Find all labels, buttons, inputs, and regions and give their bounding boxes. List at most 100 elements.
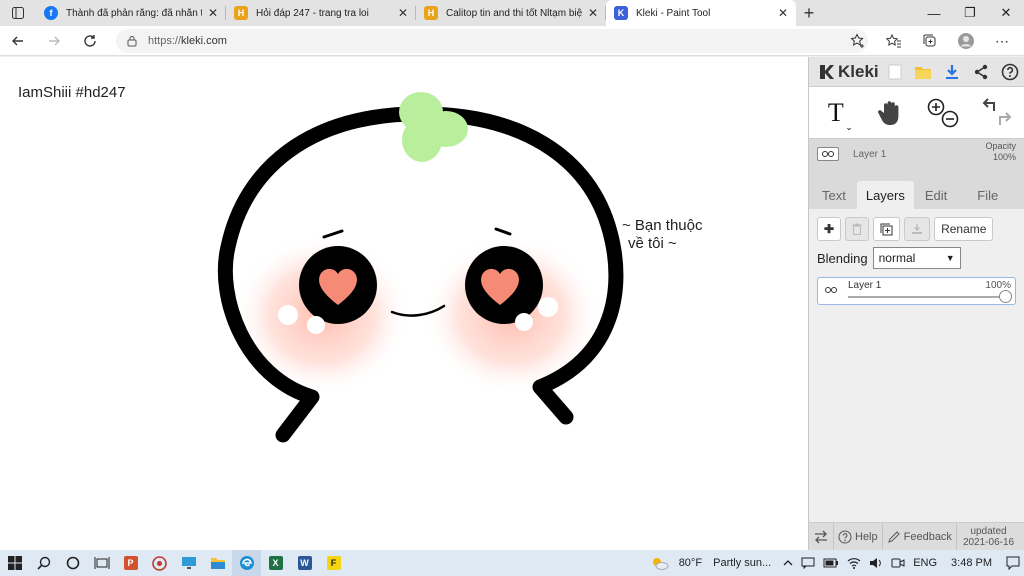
refresh-button[interactable] [72,26,108,56]
blending-select[interactable]: normal ▼ [872,247,961,269]
collections-button[interactable] [912,26,948,56]
profile-button[interactable] [948,26,984,56]
battery-indicator[interactable] [819,558,843,568]
start-button[interactable] [0,550,29,576]
url-field[interactable]: https://kleki.com [116,29,868,53]
weather-widget[interactable]: 80°F Partly sun... [647,556,780,570]
left-sparkle-small [307,316,325,334]
swap-side-button[interactable] [809,522,834,551]
rename-layer-button[interactable]: Rename [934,217,994,241]
layers-tab-body: ✚ Rename Blending normal ▼ Layer 1 100% [809,209,1024,552]
right-sparkle-small [515,313,533,331]
favorites-button[interactable] [876,26,912,56]
minimize-icon[interactable]: — [916,0,952,26]
close-tab-icon[interactable]: ✕ [588,6,598,20]
pc-app[interactable] [174,550,203,576]
weather-desc: Partly sun... [713,557,772,569]
tab-text[interactable]: Text [813,181,855,209]
chat-icon [801,557,815,569]
refresh-icon [84,34,96,47]
delete-layer-button[interactable] [845,217,870,241]
word-app[interactable]: W [290,550,319,576]
add-layer-button[interactable]: ✚ [817,217,842,241]
meet-now-indicator[interactable] [887,557,909,569]
forward-button[interactable] [36,26,72,56]
f-app[interactable]: F [319,550,348,576]
task-view-icon [94,557,109,569]
edge-app[interactable] [232,550,261,576]
footer-help-button[interactable]: Help [834,522,883,551]
chevron-down-icon[interactable]: ⌄ [845,122,853,133]
undo-redo-button[interactable] [970,87,1024,139]
tab-actions-button[interactable] [0,0,36,26]
text-tool-button[interactable]: T ⌄ [809,87,863,139]
drawing-canvas[interactable]: IamShiii #hd247 ~ Bạn thuộc về tôi ~ [0,57,808,550]
help-label: Help [855,530,878,543]
download-icon [946,64,959,79]
tool-row: T ⌄ [809,87,1024,139]
brand-name: Kleki [838,61,879,81]
monitor-icon [181,557,196,569]
tray-app-icon[interactable] [797,557,819,569]
tab-layers[interactable]: Layers [856,181,914,209]
caption-line-2: về tôi ~ [628,235,677,252]
battery-icon [823,558,839,568]
blending-value: normal [878,251,916,265]
close-tab-icon[interactable]: ✕ [778,6,788,20]
help-button[interactable] [995,57,1024,87]
tab-kleki[interactable]: K Kleki - Paint Tool ✕ [606,0,796,26]
task-view-button[interactable] [87,550,116,576]
feedback-button[interactable]: Feedback [883,522,957,551]
hand-tool-button[interactable] [863,87,917,139]
kleki-logo[interactable]: Kleki [809,62,880,82]
layer-list-item[interactable]: Layer 1 100% [817,277,1016,305]
tool-panel: Kleki T ⌄ Layer 1 Opacity 100% Text Laye… [808,57,1024,552]
sprout-icon [399,92,468,162]
powerpoint-app[interactable]: P [116,550,145,576]
file-explorer-app[interactable] [203,550,232,576]
layer-opacity-slider-handle[interactable] [999,290,1012,303]
recorder-app[interactable] [145,550,174,576]
new-tab-button[interactable]: + [796,0,822,26]
tab-hoidap247[interactable]: H Hỏi đáp 247 - trang tra loi ✕ [226,0,416,26]
layer-preview-icon [825,287,837,293]
network-indicator[interactable] [843,557,865,569]
excel-app[interactable]: X [261,550,290,576]
layer-opacity-track[interactable] [848,296,1006,298]
lock-icon [127,36,137,47]
search-button[interactable] [29,550,58,576]
close-tab-icon[interactable]: ✕ [398,6,408,20]
swap-arrows-icon [815,530,827,543]
volume-indicator[interactable] [865,557,887,569]
share-button[interactable] [967,57,996,87]
open-file-button[interactable] [909,57,938,87]
restore-icon[interactable]: ❐ [952,0,988,26]
more-menu-button[interactable]: ⋯ [984,26,1020,56]
help-circle-icon [838,530,852,543]
merge-layer-button[interactable] [904,217,931,241]
record-icon [152,555,167,571]
zoom-tool-button[interactable] [917,87,971,139]
drawing-illustration [217,92,624,443]
show-hidden-icons[interactable] [779,559,797,567]
language-indicator[interactable]: ENG [909,557,941,569]
add-favorite-button[interactable] [840,26,876,56]
text-tool-icon: T [827,98,844,127]
tab-calitop[interactable]: H Calitop tin and thi tốt Nltạm biệt ✕ [416,0,606,26]
new-image-button[interactable] [880,57,909,87]
duplicate-layer-button[interactable] [873,217,901,241]
tab-facebook[interactable]: f Thành đã phản rằng: đã nhắn tin ✕ [36,0,226,26]
notifications-button[interactable] [1002,556,1024,570]
close-window-icon[interactable]: ✕ [988,0,1024,26]
blending-label: Blending [817,250,868,266]
close-tab-icon[interactable]: ✕ [208,6,218,20]
right-eyebrow [494,227,512,236]
download-button[interactable] [938,57,967,87]
clock[interactable]: 3:48 PM [941,557,1002,569]
current-layer-indicator[interactable]: Layer 1 Opacity 100% [809,139,1024,169]
camera-icon [891,558,905,568]
tab-edit[interactable]: Edit [916,181,956,209]
cortana-button[interactable] [58,550,87,576]
tab-file[interactable]: File [968,181,1007,209]
back-button[interactable] [0,26,36,56]
